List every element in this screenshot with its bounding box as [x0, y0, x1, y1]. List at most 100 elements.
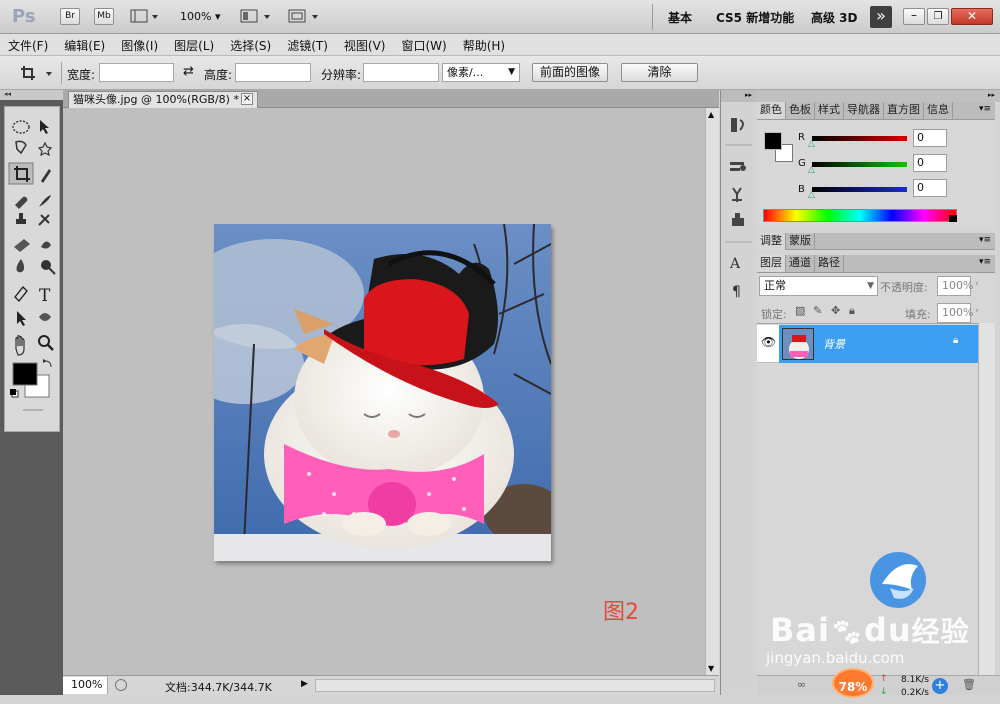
tab-styles[interactable]: 样式: [815, 102, 844, 119]
front-image-button[interactable]: 前面的图像: [532, 63, 608, 82]
more-workspaces-button[interactable]: »: [870, 6, 892, 28]
lock-all-icon[interactable]: 🔒︎: [849, 304, 855, 318]
dock-collapse-bar[interactable]: ▸▸: [721, 90, 755, 102]
panel-menu-icon[interactable]: ▾≡: [979, 104, 991, 114]
screen-mode-icon[interactable]: [288, 8, 320, 25]
blend-mode-select[interactable]: 正常 ▼: [759, 276, 878, 296]
minibridge-button[interactable]: Mb: [94, 8, 114, 25]
color-panel-tabs: 颜色 色板 样式 导航器 直方图 信息 ▾≡: [757, 102, 995, 120]
scroll-down-icon[interactable]: ▼: [708, 664, 714, 673]
divider: [652, 4, 653, 30]
red-slider-handle-icon[interactable]: △: [808, 139, 815, 149]
view-extras-icon[interactable]: [130, 8, 160, 25]
resolution-unit-select[interactable]: 像素/... ▼: [442, 63, 520, 82]
status-menu-arrow-icon[interactable]: ▶: [301, 679, 308, 689]
tab-adjustments[interactable]: 调整: [757, 233, 786, 250]
width-input[interactable]: [99, 63, 174, 82]
red-slider[interactable]: [812, 136, 907, 141]
tab-navigator[interactable]: 导航器: [844, 102, 884, 119]
green-value-input[interactable]: 0: [913, 154, 947, 172]
menu-select[interactable]: 选择(S): [222, 34, 279, 54]
tab-color[interactable]: 颜色: [757, 102, 786, 119]
add-plus-icon[interactable]: +: [932, 678, 948, 694]
minimize-button[interactable]: –: [903, 8, 925, 25]
menu-window[interactable]: 窗口(W): [393, 34, 454, 54]
layer-visibility-eye-icon[interactable]: 👁︎: [761, 335, 776, 349]
blue-slider-handle-icon[interactable]: △: [808, 190, 815, 200]
red-channel-label: R: [798, 132, 805, 143]
tab-paths[interactable]: 路径: [815, 255, 844, 272]
height-input[interactable]: [235, 63, 311, 82]
menu-image[interactable]: 图像(I): [113, 34, 166, 54]
workspace-advanced-3d[interactable]: 高级 3D: [811, 9, 858, 26]
zoom-level-dropdown[interactable]: 100% ▾: [180, 10, 220, 23]
vertical-scrollbar[interactable]: ▲ ▼: [705, 108, 719, 675]
fill-input[interactable]: 100%: [937, 303, 973, 323]
blue-slider[interactable]: [812, 187, 907, 192]
menu-edit[interactable]: 编辑(E): [56, 34, 113, 54]
document-tab[interactable]: 猫咪头像.jpg @ 100%(RGB/8) * ×: [68, 91, 258, 108]
lock-position-icon[interactable]: ✥: [831, 304, 840, 317]
crop-tool-preset-picker[interactable]: [18, 63, 58, 83]
menu-layer[interactable]: 图层(L): [166, 34, 222, 54]
arrange-documents-icon[interactable]: [240, 8, 272, 25]
layers-scrollbar[interactable]: [978, 323, 995, 675]
watermark-brand: Bai🐾︎du经验: [770, 610, 970, 650]
status-zoom[interactable]: 100%: [63, 677, 108, 694]
layer-name[interactable]: 背景: [823, 336, 845, 352]
resolution-input[interactable]: [363, 63, 439, 82]
tab-histogram[interactable]: 直方图: [884, 102, 924, 119]
close-window-button[interactable]: ✕: [951, 8, 993, 25]
watermark-brand-b: du: [863, 611, 912, 649]
layer-row-background[interactable]: 👁︎ 背景 🔒︎: [757, 325, 978, 363]
close-tab-icon[interactable]: ×: [241, 93, 253, 105]
panel-menu-icon[interactable]: ▾≡: [979, 235, 991, 245]
green-slider[interactable]: [812, 162, 907, 167]
blue-value-input[interactable]: 0: [913, 179, 947, 197]
collapsed-panel-icons: A ¶: [725, 118, 752, 300]
workspace-cs5-new[interactable]: CS5 新增功能: [716, 9, 794, 26]
red-value-input[interactable]: 0: [913, 129, 947, 147]
color-spectrum-ramp[interactable]: [763, 209, 957, 222]
ramp-black-swatch[interactable]: [949, 215, 957, 222]
opacity-arrow-icon[interactable]: ›: [975, 279, 979, 289]
menu-view[interactable]: 视图(V): [336, 34, 394, 54]
swap-dimensions-icon[interactable]: ⇄: [183, 64, 194, 79]
green-slider-handle-icon[interactable]: △: [808, 165, 815, 175]
right-dock-collapse-bar[interactable]: ▸▸: [755, 90, 1000, 102]
netmeter-percent-badge[interactable]: 78%: [832, 668, 874, 698]
workspace-essentials[interactable]: 基本: [668, 9, 692, 26]
tab-layers[interactable]: 图层: [757, 255, 786, 272]
status-info-icon[interactable]: [115, 679, 127, 691]
link-layers-icon[interactable]: ∞: [797, 678, 806, 691]
blue-channel-label: B: [798, 184, 805, 195]
lock-pixels-icon[interactable]: ✎: [813, 304, 822, 317]
layer-thumbnail: [782, 328, 814, 360]
fill-arrow-icon[interactable]: ›: [975, 306, 979, 316]
delete-layer-icon[interactable]: 🗑︎: [962, 678, 976, 691]
foreground-color-swatch[interactable]: [764, 132, 782, 150]
tab-masks[interactable]: 蒙版: [786, 233, 815, 250]
menu-file[interactable]: 文件(F): [0, 34, 56, 54]
zoom-level: 100%: [180, 10, 212, 23]
options-bar: 宽度: ⇄ 高度: 分辨率: 像素/... ▼ 前面的图像 清除: [0, 56, 1000, 90]
watermark-url: jingyan.baidu.com: [766, 649, 905, 667]
opacity-input[interactable]: 100%: [937, 276, 973, 296]
panel-menu-icon[interactable]: ▾≡: [979, 257, 991, 267]
layers-panel-footer: ∞ 🗑︎: [757, 675, 1000, 695]
menu-help[interactable]: 帮助(H): [455, 34, 513, 54]
toolbox-collapse-bar[interactable]: ◂◂: [0, 90, 63, 100]
tab-info[interactable]: 信息: [924, 102, 953, 119]
lock-transparent-icon[interactable]: ▨: [795, 304, 805, 317]
divider: [757, 323, 995, 324]
menu-filter[interactable]: 滤镜(T): [279, 34, 336, 54]
scroll-up-icon[interactable]: ▲: [708, 110, 714, 119]
netmeter-download-speed: 0.2K/s: [901, 688, 929, 695]
tab-channels[interactable]: 通道: [786, 255, 815, 272]
tab-swatches[interactable]: 色板: [786, 102, 815, 119]
clear-button[interactable]: 清除: [621, 63, 698, 82]
restore-button[interactable]: ❐: [927, 8, 949, 25]
horizontal-scrollbar[interactable]: [315, 679, 715, 692]
bridge-button[interactable]: Br: [60, 8, 80, 25]
width-label: 宽度:: [67, 68, 96, 82]
